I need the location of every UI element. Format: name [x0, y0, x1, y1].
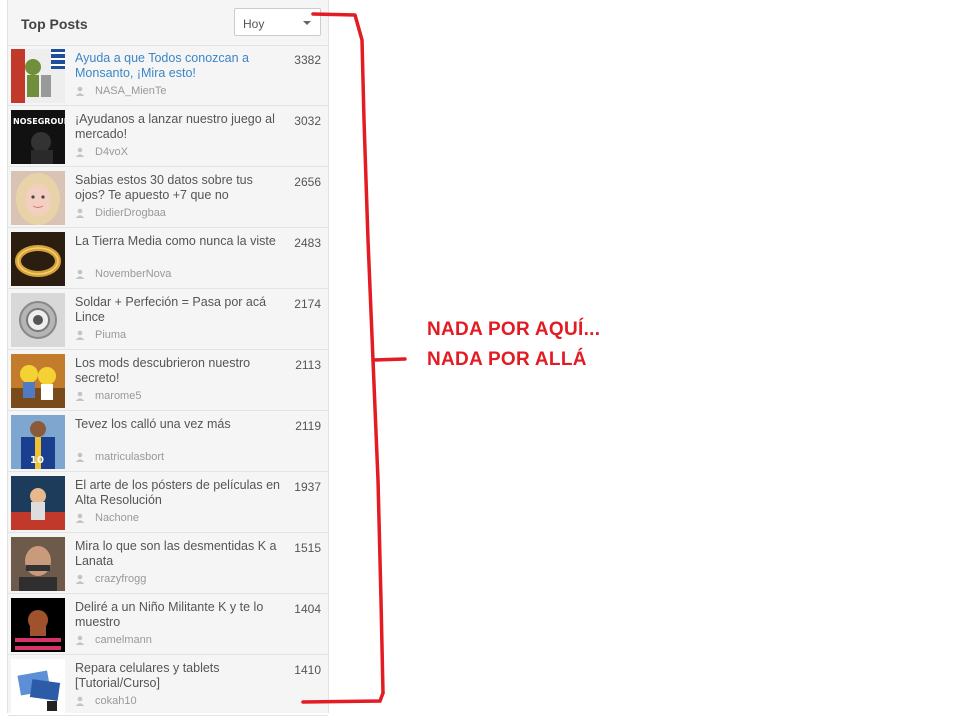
- user-icon: [75, 147, 85, 157]
- svg-text:NOSEGROUND: NOSEGROUND: [13, 117, 65, 126]
- post-score: 2119: [295, 419, 321, 433]
- post-author: crazyfrogg: [75, 572, 146, 585]
- list-item[interactable]: Soldar + Perfeción = Pasa por acá Lince P…: [8, 289, 328, 350]
- post-author: camelmann: [75, 633, 152, 646]
- post-author-name[interactable]: NovemberNova: [95, 268, 171, 280]
- list-item[interactable]: Repara celulares y tablets [Tutorial/Cur…: [8, 655, 328, 716]
- post-author: cokah10: [75, 694, 137, 707]
- post-author: Piuma: [75, 328, 126, 341]
- user-icon: [75, 513, 85, 523]
- list-item[interactable]: Los mods descubrieron nuestro secreto! ma…: [8, 350, 328, 411]
- post-author-name[interactable]: cokah10: [95, 695, 137, 707]
- post-title-link[interactable]: Tevez los calló una vez más: [75, 417, 280, 432]
- annotation-text-line1: NADA POR AQUÍ...: [427, 319, 601, 340]
- post-title-link[interactable]: La Tierra Media como nunca la viste: [75, 234, 280, 249]
- woman-thumb[interactable]: [11, 171, 65, 225]
- user-icon: [75, 452, 85, 462]
- annotation-text-line2: NADA POR ALLÁ: [427, 349, 587, 370]
- post-title-link[interactable]: Mira lo que son las desmentidas K a Lana…: [75, 539, 280, 569]
- top-posts-widget: Top Posts Hoy Ayuda a que Todos conozcan…: [7, 0, 329, 716]
- post-author-name[interactable]: crazyfrogg: [95, 573, 146, 585]
- post-title-link[interactable]: Sabias estos 30 datos sobre tus ojos? Te…: [75, 173, 280, 203]
- man-thumb[interactable]: [11, 537, 65, 591]
- post-author-name[interactable]: camelmann: [95, 634, 152, 646]
- list-item[interactable]: Deliré a un Niño Militante K y te lo mue…: [8, 594, 328, 655]
- tablets-thumb[interactable]: [11, 659, 65, 713]
- post-author: NASA_MienTe: [75, 84, 167, 97]
- post-list: Ayuda a que Todos conozcan a Monsanto, ¡…: [8, 45, 328, 716]
- user-icon: [75, 574, 85, 584]
- post-author: marome5: [75, 389, 141, 402]
- post-author-name[interactable]: matriculasbort: [95, 451, 164, 463]
- widget-header: Top Posts Hoy: [8, 0, 328, 46]
- user-icon: [75, 208, 85, 218]
- post-title-link[interactable]: El arte de los pósters de películas en A…: [75, 478, 280, 508]
- monsanto-thumb[interactable]: [11, 49, 65, 103]
- list-item[interactable]: Ayuda a que Todos conozcan a Monsanto, ¡…: [8, 45, 328, 106]
- post-score: 1410: [294, 663, 321, 677]
- list-item[interactable]: Mira lo que son las desmentidas K a Lana…: [8, 533, 328, 594]
- user-icon: [75, 86, 85, 96]
- post-title-link[interactable]: Repara celulares y tablets [Tutorial/Cur…: [75, 661, 280, 691]
- simpsons-thumb[interactable]: [11, 354, 65, 408]
- post-title-link[interactable]: ¡Ayudanos a lanzar nuestro juego al merc…: [75, 112, 280, 142]
- list-item[interactable]: La Tierra Media como nunca la viste Novem…: [8, 228, 328, 289]
- footballer-thumb[interactable]: 10: [11, 415, 65, 469]
- post-author: Nachone: [75, 511, 139, 524]
- user-icon: [75, 269, 85, 279]
- widget-title: Top Posts: [21, 16, 88, 32]
- user-icon: [75, 696, 85, 706]
- user-icon: [75, 391, 85, 401]
- list-item[interactable]: Sabias estos 30 datos sobre tus ojos? Te…: [8, 167, 328, 228]
- bearing-thumb[interactable]: [11, 293, 65, 347]
- period-select[interactable]: Hoy: [234, 8, 321, 36]
- user-icon: [75, 330, 85, 340]
- post-author-name[interactable]: Piuma: [95, 329, 126, 341]
- annotation-pointer: [371, 357, 407, 362]
- list-item[interactable]: 10 Tevez los calló una vez más matriculasb…: [8, 411, 328, 472]
- post-score: 2483: [294, 236, 321, 250]
- post-author-name[interactable]: Nachone: [95, 512, 139, 524]
- post-score: 3382: [294, 53, 321, 67]
- post-score: 2113: [295, 358, 321, 372]
- post-score: 1937: [294, 480, 321, 494]
- post-author: matriculasbort: [75, 450, 164, 463]
- noseground-thumb[interactable]: NOSEGROUND: [11, 110, 65, 164]
- svg-text:10: 10: [30, 455, 44, 466]
- post-author-name[interactable]: D4voX: [95, 146, 128, 158]
- list-item[interactable]: NOSEGROUND ¡Ayudanos a lanzar nuestro jue…: [8, 106, 328, 167]
- post-score: 1515: [294, 541, 321, 555]
- post-title-link[interactable]: Los mods descubrieron nuestro secreto!: [75, 356, 280, 386]
- period-select-value: Hoy: [243, 17, 265, 31]
- poster-thumb[interactable]: [11, 476, 65, 530]
- post-author: DidierDrogbaa: [75, 206, 166, 219]
- post-title-link[interactable]: Soldar + Perfeción = Pasa por acá Lince: [75, 295, 280, 325]
- post-score: 2656: [294, 175, 321, 189]
- post-score: 1404: [294, 602, 321, 616]
- donkeykong-thumb[interactable]: [11, 598, 65, 652]
- chevron-down-icon: [303, 21, 311, 25]
- post-title-link[interactable]: Deliré a un Niño Militante K y te lo mue…: [75, 600, 280, 630]
- list-item[interactable]: El arte de los pósters de películas en A…: [8, 472, 328, 533]
- post-score: 3032: [294, 114, 321, 128]
- post-author-name[interactable]: marome5: [95, 390, 141, 402]
- post-score: 2174: [294, 297, 321, 311]
- post-author-name[interactable]: NASA_MienTe: [95, 85, 167, 97]
- post-author-name[interactable]: DidierDrogbaa: [95, 207, 166, 219]
- post-author: D4voX: [75, 145, 128, 158]
- user-icon: [75, 635, 85, 645]
- post-author: NovemberNova: [75, 267, 171, 280]
- post-title-link[interactable]: Ayuda a que Todos conozcan a Monsanto, ¡…: [75, 51, 280, 81]
- ring-thumb[interactable]: [11, 232, 65, 286]
